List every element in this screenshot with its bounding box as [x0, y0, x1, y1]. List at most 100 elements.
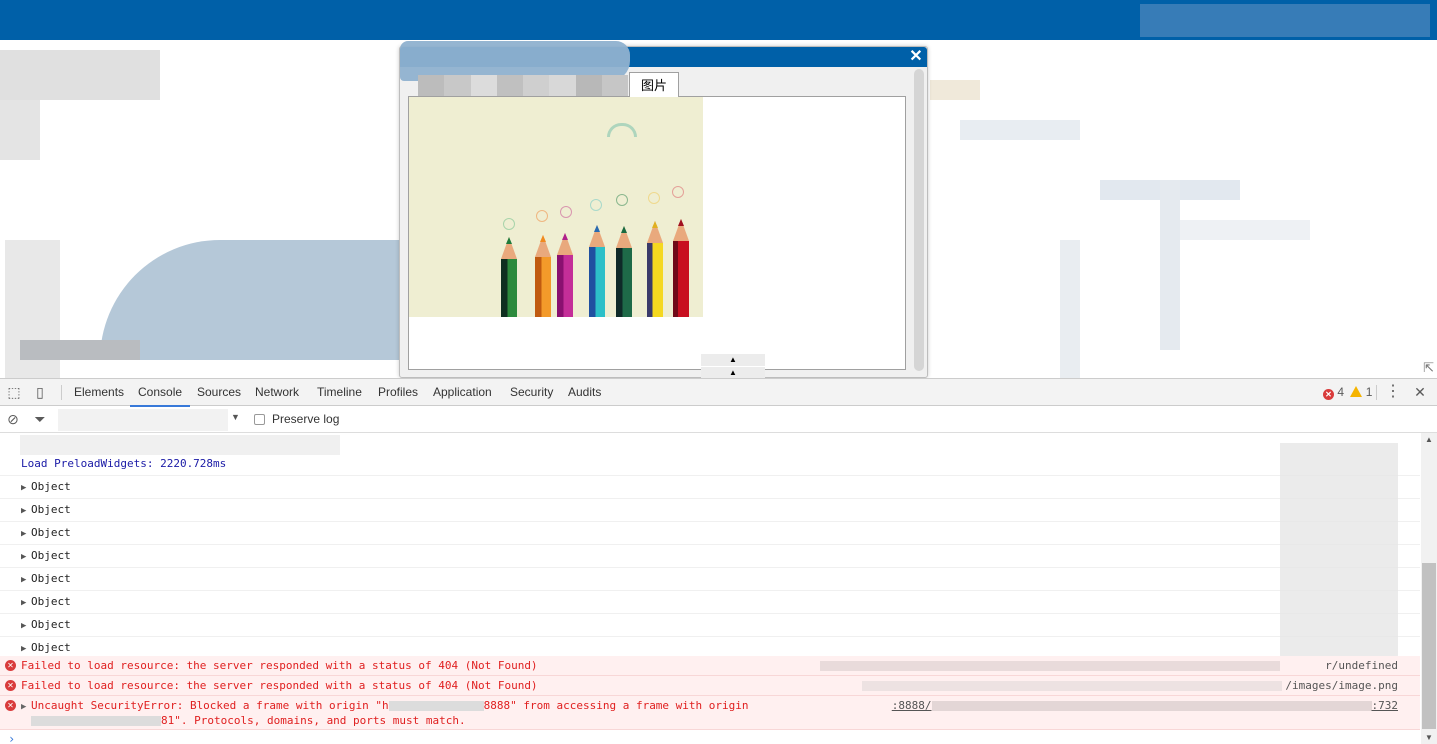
object-label: Object	[31, 549, 71, 562]
splitter-up-button[interactable]: ▲	[701, 354, 765, 366]
inspect-element-icon[interactable]: ⬚	[6, 384, 22, 400]
console-error-row: ✕ Failed to load resource: the server re…	[0, 676, 1420, 696]
redacted-source-column	[1280, 443, 1398, 663]
dialog-scrollbar[interactable]	[914, 69, 924, 371]
console-prompt[interactable]: ›	[8, 732, 15, 744]
scroll-down-icon[interactable]: ▼	[1421, 733, 1437, 742]
scrollbar-thumb[interactable]	[1422, 563, 1436, 729]
expand-triangle-icon[interactable]: ▶	[21, 700, 31, 714]
redacted-context-selector[interactable]	[58, 409, 228, 431]
error-message: Failed to load resource: the server resp…	[21, 659, 538, 672]
expand-triangle-icon[interactable]: ▶	[21, 546, 31, 568]
error-source-link[interactable]: r/undefined	[1325, 656, 1398, 675]
divider	[1376, 385, 1377, 400]
smiley-drawing	[560, 206, 572, 218]
error-source-link[interactable]: /images/image.png	[1285, 676, 1398, 695]
close-devtools-icon[interactable]: ✕	[1412, 384, 1428, 400]
redacted-region	[930, 80, 980, 100]
console-object-row[interactable]: ▶ Object	[0, 591, 1420, 614]
pencil-green	[501, 237, 517, 317]
redacted-source-url	[820, 661, 1280, 671]
warning-icon	[1350, 386, 1363, 397]
device-toolbar-icon[interactable]: ▯	[32, 384, 48, 400]
smiley-drawing	[648, 192, 660, 204]
error-icon: ✕	[5, 700, 16, 711]
redacted-region	[960, 120, 1080, 140]
error-warning-counter[interactable]: ✕ 4 1	[1323, 385, 1372, 400]
clear-console-icon[interactable]: ⊘	[5, 411, 21, 427]
smiley-drawing	[503, 218, 515, 230]
object-label: Object	[31, 526, 71, 539]
redacted-source-url	[931, 701, 1372, 711]
console-object-row[interactable]: ▶ Object	[0, 545, 1420, 568]
tab-elements[interactable]: Elements	[72, 379, 126, 406]
resize-handle-icon[interactable]: ⇱	[1423, 360, 1434, 376]
console-scrollbar[interactable]: ▲ ▼	[1421, 433, 1437, 744]
object-label: Object	[31, 618, 71, 631]
image-tab-panel	[408, 96, 906, 370]
smiley-drawing	[536, 210, 548, 222]
error-message-part: 8888" from accessing a frame with origin	[483, 699, 749, 712]
error-icon: ✕	[5, 660, 16, 671]
context-dropdown-arrow[interactable]: ▼	[231, 412, 240, 422]
console-error-row: ✕ ▶ Uncaught SecurityError: Blocked a fra…	[0, 696, 1420, 730]
redacted-region	[0, 100, 40, 160]
console-object-row[interactable]: ▶ Object	[0, 499, 1420, 522]
redacted-image-region	[100, 240, 400, 360]
redacted-source-url	[862, 681, 1282, 691]
error-icon: ✕	[1323, 389, 1334, 400]
expand-triangle-icon[interactable]: ▶	[21, 569, 31, 591]
pencil-orange	[535, 235, 551, 317]
expand-triangle-icon[interactable]: ▶	[21, 592, 31, 614]
object-label: Object	[31, 480, 71, 493]
app-header-bar	[0, 0, 1437, 40]
redacted-region	[1160, 180, 1180, 350]
redacted-region	[20, 340, 140, 360]
tab-console[interactable]: Console	[129, 379, 191, 407]
console-output: Load PreloadWidgets: 2220.728ms ▶ Object …	[0, 433, 1420, 744]
expand-triangle-icon[interactable]: ▶	[21, 615, 31, 637]
image-dialog: ✕ 图片	[399, 41, 928, 378]
console-info-message: Load PreloadWidgets: 2220.728ms	[0, 453, 1420, 476]
console-object-row[interactable]: ▶ Object	[0, 614, 1420, 637]
expand-triangle-icon[interactable]: ▶	[21, 500, 31, 522]
error-source-link[interactable]: :8888/ :732	[892, 699, 1398, 713]
error-count: 4	[1337, 385, 1345, 399]
tab-security[interactable]: Security	[508, 379, 555, 406]
smiley-drawing	[590, 199, 602, 211]
console-error-row: ✕ Failed to load resource: the server re…	[0, 656, 1420, 676]
console-object-row[interactable]: ▶ Object	[0, 476, 1420, 499]
redacted-origin	[31, 716, 161, 726]
smiley-drawing	[616, 194, 628, 206]
pencil-yellow	[647, 221, 663, 317]
tab-profiles[interactable]: Profiles	[376, 379, 420, 406]
redacted-log-row	[20, 435, 340, 455]
pencil-red	[673, 219, 689, 317]
object-label: Object	[31, 572, 71, 585]
filter-icon[interactable]: ⏷	[32, 411, 48, 427]
console-object-row[interactable]: ▶ Object	[0, 522, 1420, 545]
expand-triangle-icon[interactable]: ▶	[21, 477, 31, 499]
source-prefix: :8888/	[891, 699, 932, 712]
scroll-up-icon[interactable]: ▲	[1421, 435, 1437, 444]
source-line: :732	[1371, 699, 1399, 712]
more-menu-icon[interactable]: ⋮	[1385, 384, 1401, 400]
console-toolbar: ⊘ ⏷ ▼ Preserve log	[0, 407, 1437, 433]
console-object-row[interactable]: ▶ Object	[0, 568, 1420, 591]
tab-audits[interactable]: Audits	[566, 379, 603, 406]
dialog-title-bar[interactable]: ✕	[400, 41, 927, 81]
expand-triangle-icon[interactable]: ▶	[21, 523, 31, 545]
devtools-tabbar: ⬚ ▯ Elements Console Sources Network Tim…	[0, 379, 1437, 407]
object-label: Object	[31, 641, 71, 654]
redacted-region	[1060, 240, 1080, 378]
tab-sources[interactable]: Sources	[195, 379, 243, 406]
tab-network[interactable]: Network	[253, 379, 301, 406]
tab-image[interactable]: 图片	[629, 72, 679, 97]
divider	[61, 385, 62, 400]
close-icon[interactable]: ✕	[908, 48, 924, 65]
checkbox[interactable]	[254, 413, 265, 425]
redacted-origin	[388, 701, 484, 711]
preserve-log-checkbox[interactable]: Preserve log	[254, 412, 339, 426]
tab-timeline[interactable]: Timeline	[315, 379, 364, 406]
tab-application[interactable]: Application	[431, 379, 494, 406]
